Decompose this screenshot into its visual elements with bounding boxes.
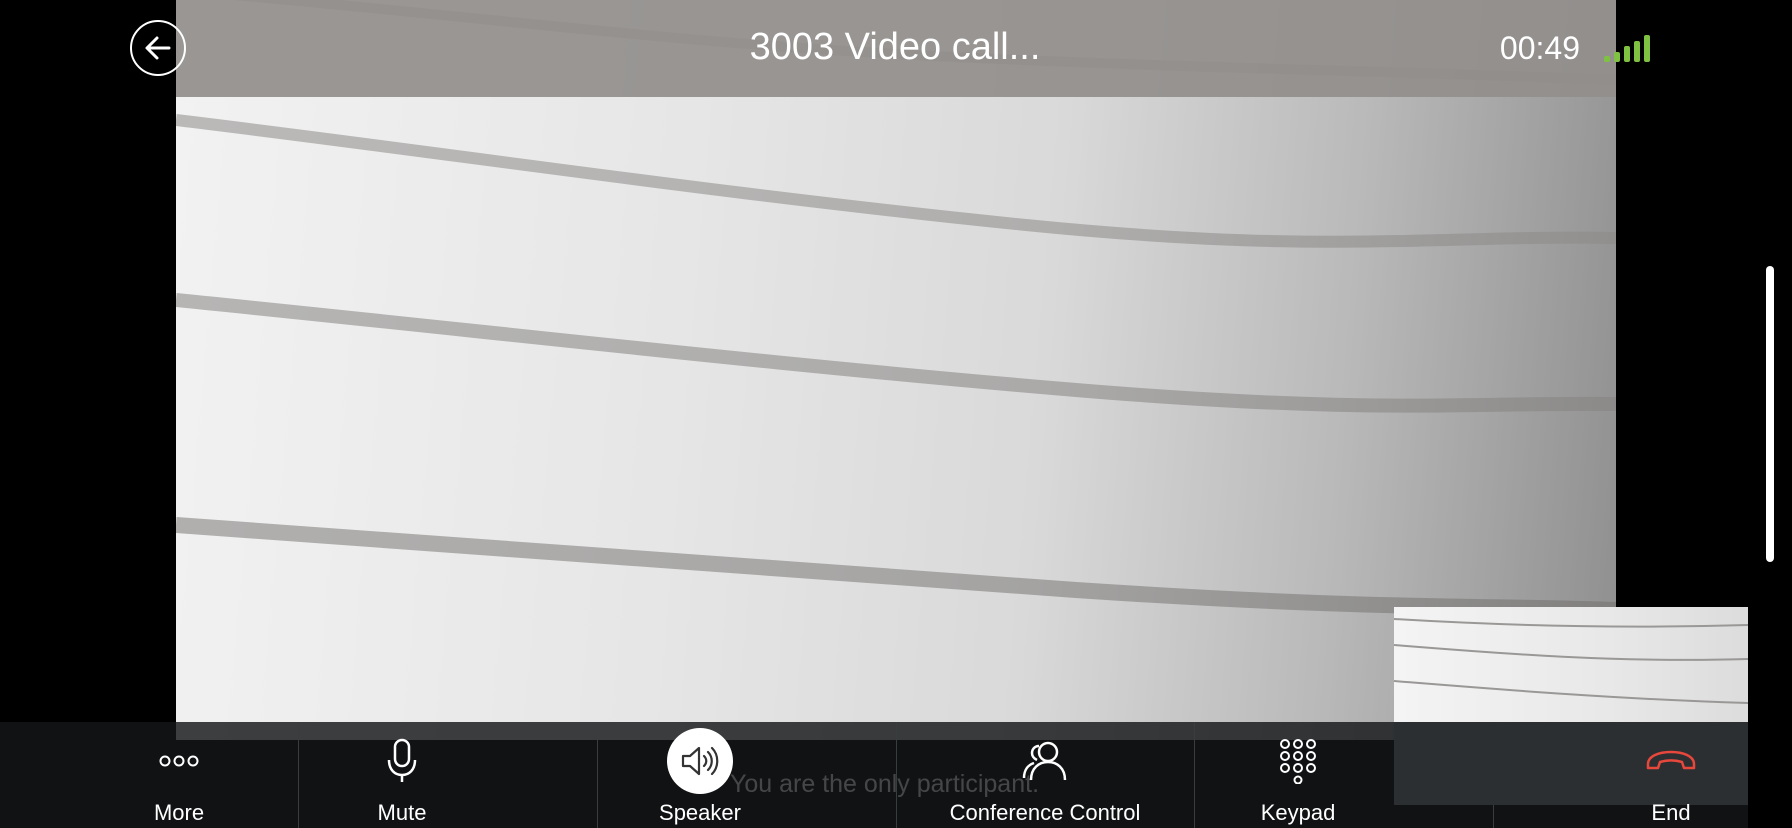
keypad-icon <box>1278 730 1318 792</box>
more-dots-icon <box>159 730 199 792</box>
divider <box>597 722 598 828</box>
back-arrow-icon <box>145 36 171 60</box>
divider <box>298 722 299 828</box>
scrollbar[interactable] <box>1766 266 1774 562</box>
back-button[interactable] <box>130 20 186 76</box>
mute-button[interactable]: Mute <box>352 730 452 828</box>
more-button[interactable]: More <box>129 730 229 828</box>
conference-icon <box>1021 730 1069 792</box>
speaker-label: Speaker <box>659 800 741 825</box>
more-label: More <box>153 800 205 825</box>
call-title: 3003 Video call... <box>749 26 1041 68</box>
conference-control-label: Conference Control <box>949 800 1141 825</box>
end-call-button[interactable]: End <box>1621 730 1721 828</box>
divider <box>1194 722 1195 828</box>
speaker-icon-wrap <box>667 728 733 794</box>
speaker-icon <box>667 728 733 794</box>
self-view-camera <box>1394 607 1748 722</box>
microphone-icon <box>385 730 419 792</box>
signal-strength-icon <box>1604 32 1654 62</box>
speaker-button[interactable]: Speaker <box>640 728 760 828</box>
call-timer: 00:49 <box>1499 30 1580 66</box>
end-call-icon <box>1644 730 1698 792</box>
keypad-button[interactable]: Keypad <box>1248 730 1348 828</box>
conference-control-button[interactable]: Conference Control <box>925 730 1165 828</box>
keypad-label: Keypad <box>1260 800 1336 825</box>
end-call-label: End <box>1651 800 1691 825</box>
mute-label: Mute <box>377 800 427 825</box>
